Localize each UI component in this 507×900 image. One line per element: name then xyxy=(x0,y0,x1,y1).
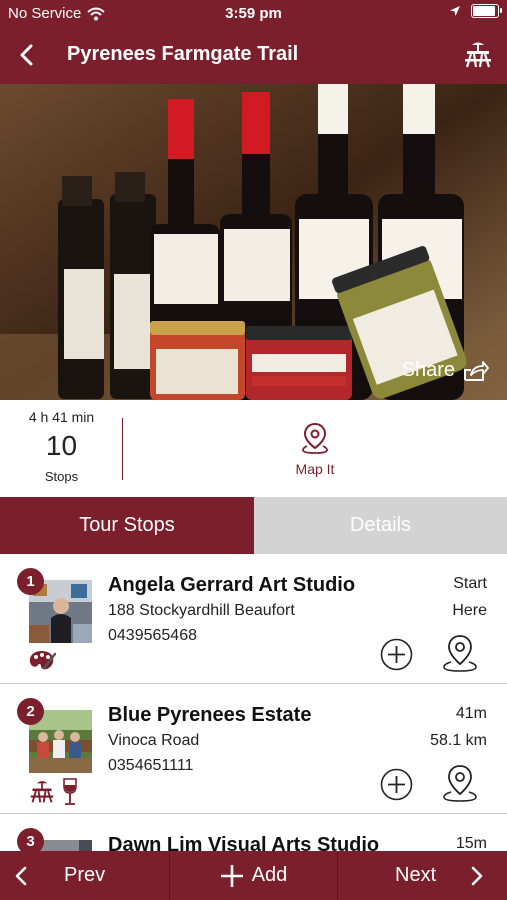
add-stop-button[interactable] xyxy=(380,638,413,671)
stop-distance-time: 41m xyxy=(455,705,487,722)
add-button[interactable]: Add xyxy=(169,851,338,900)
stop-distance-km: Here xyxy=(452,602,487,619)
wine-glass-icon xyxy=(63,778,77,805)
summary-divider xyxy=(122,418,123,480)
trail-duration: 4 h 41 min xyxy=(28,409,95,425)
chevron-left-icon xyxy=(20,44,33,66)
stop-distance-km: 58.1 km xyxy=(430,732,487,749)
stop-number-badge: 2 xyxy=(17,698,44,725)
page-title: Pyrenees Farmgate Trail xyxy=(67,43,299,65)
stop-location-button[interactable] xyxy=(442,634,478,672)
prev-label: Prev xyxy=(64,864,106,886)
stop-distance-time: 15m xyxy=(455,835,487,851)
palette-icon xyxy=(29,651,56,670)
battery-icon xyxy=(471,4,502,18)
next-label: Next xyxy=(395,864,437,886)
status-bar: No Service 3:59 pm xyxy=(0,0,507,27)
status-right xyxy=(449,4,502,18)
list-item[interactable]: 3 Dawn Lim Visual Arts Studio 15m xyxy=(0,814,507,851)
tab-bar: Tour Stops Details xyxy=(0,497,507,554)
hero-photo-products xyxy=(0,84,507,400)
stop-categories xyxy=(28,648,56,672)
chevron-left-icon xyxy=(15,866,27,885)
stops-label: Stops xyxy=(44,469,79,484)
bottom-toolbar: Prev Add Next xyxy=(0,851,507,900)
map-pin-icon xyxy=(302,422,328,454)
tab-details[interactable]: Details xyxy=(254,497,507,554)
plus-icon xyxy=(220,864,243,887)
picnic-table-icon xyxy=(30,781,54,803)
next-button[interactable]: Next xyxy=(339,851,507,900)
stop-distance-time: Start xyxy=(453,575,487,592)
trail-summary: 4 h 41 min 10 Stops Map It xyxy=(0,400,507,497)
back-button[interactable] xyxy=(10,39,42,71)
add-label: Add xyxy=(251,864,288,886)
add-stop-button[interactable] xyxy=(380,768,413,801)
location-arrow-icon xyxy=(450,6,460,16)
status-left: No Service xyxy=(8,5,106,22)
share-icon xyxy=(464,360,489,381)
stop-name: Dawn Lim Visual Arts Studio xyxy=(108,834,380,851)
nav-bar: Pyrenees Farmgate Trail xyxy=(0,27,507,84)
stop-name: Angela Gerrard Art Studio xyxy=(108,574,356,596)
stop-list: 1 Angela Gerrard Art Studio 188 Stockyar… xyxy=(0,554,507,851)
map-it-label: Map It xyxy=(295,461,335,477)
map-it-button[interactable]: Map It xyxy=(260,422,370,477)
tab-tour-stops[interactable]: Tour Stops xyxy=(0,497,254,554)
list-item[interactable]: 2 Blue Pyrenees Estate Vinoca Road 03546… xyxy=(0,684,507,814)
stops-count: 10 xyxy=(45,430,78,461)
stop-phone[interactable]: 0439565468 xyxy=(108,627,197,645)
wifi-icon xyxy=(87,7,106,20)
stop-number-badge: 1 xyxy=(17,568,44,595)
stop-phone[interactable]: 0354651111 xyxy=(108,757,193,775)
stop-categories xyxy=(28,778,78,806)
share-button[interactable]: Share xyxy=(402,359,489,382)
carrier-label: No Service xyxy=(8,5,82,22)
stop-location-button[interactable] xyxy=(442,764,478,802)
hero-image: Share xyxy=(0,84,507,400)
prev-button[interactable]: Prev xyxy=(0,851,168,900)
picnic-table-icon[interactable] xyxy=(463,40,493,70)
list-item[interactable]: 1 Angela Gerrard Art Studio 188 Stockyar… xyxy=(0,554,507,684)
stop-address: Vinoca Road xyxy=(108,732,200,749)
stop-name: Blue Pyrenees Estate xyxy=(108,704,312,726)
stop-number-badge: 3 xyxy=(17,828,44,851)
stop-address: 188 Stockyardhill Beaufort xyxy=(108,602,295,619)
chevron-right-icon xyxy=(471,866,483,885)
share-label: Share xyxy=(401,359,455,381)
